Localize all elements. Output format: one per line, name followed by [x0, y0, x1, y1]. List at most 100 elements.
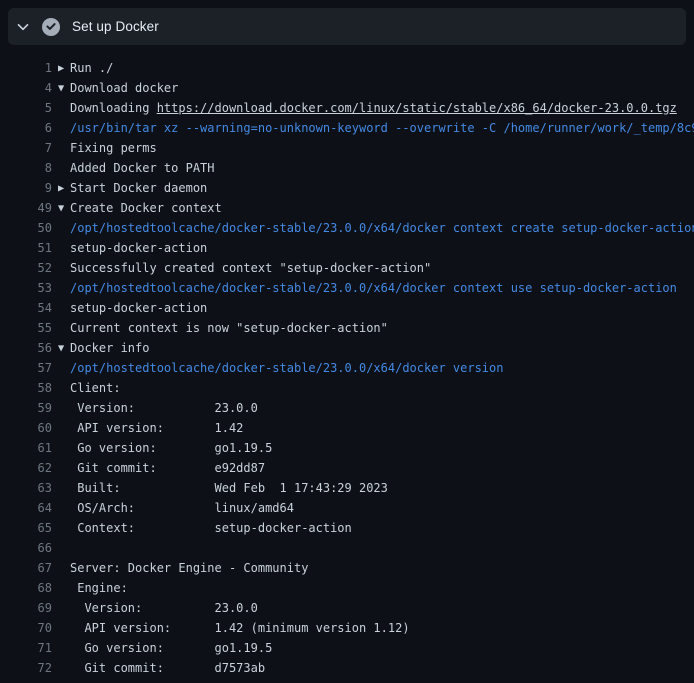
- log-gutter: ▶: [52, 58, 70, 78]
- log-text: Downloading https://download.docker.com/…: [70, 98, 694, 118]
- line-number-link[interactable]: 51: [0, 238, 52, 258]
- log-line: 5 Downloading https://download.docker.co…: [0, 98, 694, 118]
- log-line: 65 Context: setup-docker-action: [0, 518, 694, 538]
- log-command: /opt/hostedtoolcache/docker-stable/23.0.…: [70, 278, 694, 298]
- chevron-collapsed-icon[interactable]: ▶: [58, 59, 64, 79]
- line-number-link[interactable]: 62: [0, 458, 52, 478]
- chevron-down-icon[interactable]: [15, 19, 31, 35]
- line-number-link[interactable]: 69: [0, 598, 52, 618]
- log-line: 60 API version: 1.42: [0, 418, 694, 438]
- log-text: Current context is now "setup-docker-act…: [70, 318, 694, 338]
- line-number-link[interactable]: 60: [0, 418, 52, 438]
- chevron-expanded-icon[interactable]: ▼: [58, 79, 64, 99]
- log-command: /usr/bin/tar xz --warning=no-unknown-key…: [70, 118, 694, 138]
- log-line: 7 Fixing perms: [0, 138, 694, 158]
- log-text: setup-docker-action: [70, 298, 694, 318]
- line-number-link[interactable]: 57: [0, 358, 52, 378]
- log-gutter: ▼: [52, 198, 70, 218]
- log-gutter: [52, 138, 70, 158]
- line-number-link[interactable]: 58: [0, 378, 52, 398]
- log-text: [70, 538, 694, 558]
- line-number-link[interactable]: 66: [0, 538, 52, 558]
- log-gutter: [52, 658, 70, 678]
- log-text: Fixing perms: [70, 138, 694, 158]
- line-number-link[interactable]: 4: [0, 78, 52, 98]
- chevron-collapsed-icon[interactable]: ▶: [58, 179, 64, 199]
- log-gutter: [52, 418, 70, 438]
- log-line: 72 Git commit: d7573ab: [0, 658, 694, 678]
- log-line: 68 Engine:: [0, 578, 694, 598]
- log-text: Version: 23.0.0: [70, 598, 694, 618]
- chevron-expanded-icon[interactable]: ▼: [58, 199, 64, 219]
- log-text: Server: Docker Engine - Community: [70, 558, 694, 578]
- log-text: Engine:: [70, 578, 694, 598]
- log-gutter: [52, 218, 70, 238]
- chevron-expanded-icon[interactable]: ▼: [58, 339, 64, 359]
- log-text: setup-docker-action: [70, 238, 694, 258]
- line-number-link[interactable]: 49: [0, 198, 52, 218]
- log-gutter: [52, 538, 70, 558]
- line-number-link[interactable]: 8: [0, 158, 52, 178]
- line-number-link[interactable]: 6: [0, 118, 52, 138]
- line-number-link[interactable]: 71: [0, 638, 52, 658]
- log-text: Version: 23.0.0: [70, 398, 694, 418]
- log-text: Added Docker to PATH: [70, 158, 694, 178]
- line-number-link[interactable]: 59: [0, 398, 52, 418]
- log-url-link[interactable]: https://download.docker.com/linux/static…: [157, 101, 677, 115]
- log-line: 53 /opt/hostedtoolcache/docker-stable/23…: [0, 278, 694, 298]
- line-number-link[interactable]: 63: [0, 478, 52, 498]
- log-line: 66: [0, 538, 694, 558]
- line-number-link[interactable]: 65: [0, 518, 52, 538]
- log-gutter: [52, 438, 70, 458]
- step-header[interactable]: Set up Docker: [8, 8, 686, 45]
- line-number-link[interactable]: 68: [0, 578, 52, 598]
- log-gutter: [52, 558, 70, 578]
- log-line: 62 Git commit: e92dd87: [0, 458, 694, 478]
- log-text: Context: setup-docker-action: [70, 518, 694, 538]
- log-group-title: Docker info: [70, 338, 694, 358]
- log-group-title: Download docker: [70, 78, 694, 98]
- log-line: 4 ▼ Download docker: [0, 78, 694, 98]
- log-text: Client:: [70, 378, 694, 398]
- log-gutter: [52, 158, 70, 178]
- line-number-link[interactable]: 1: [0, 58, 52, 78]
- log-text: Go version: go1.19.5: [70, 438, 694, 458]
- step-title: Set up Docker: [72, 8, 159, 45]
- log-group-title: Create Docker context: [70, 198, 694, 218]
- log-command: /opt/hostedtoolcache/docker-stable/23.0.…: [70, 358, 694, 378]
- log-text: API version: 1.42: [70, 418, 694, 438]
- log-gutter: [52, 638, 70, 658]
- line-number-link[interactable]: 5: [0, 98, 52, 118]
- log-gutter: [52, 578, 70, 598]
- line-number-link[interactable]: 61: [0, 438, 52, 458]
- check-circle-icon: [42, 18, 60, 36]
- line-number-link[interactable]: 70: [0, 618, 52, 638]
- line-number-link[interactable]: 64: [0, 498, 52, 518]
- log-gutter: [52, 118, 70, 138]
- log-gutter: [52, 258, 70, 278]
- log-text: Go version: go1.19.5: [70, 638, 694, 658]
- log-line: 57 /opt/hostedtoolcache/docker-stable/23…: [0, 358, 694, 378]
- log-gutter: ▼: [52, 338, 70, 358]
- log-gutter: [52, 518, 70, 538]
- line-number-link[interactable]: 55: [0, 318, 52, 338]
- line-number-link[interactable]: 53: [0, 278, 52, 298]
- log-line: 61 Go version: go1.19.5: [0, 438, 694, 458]
- line-number-link[interactable]: 7: [0, 138, 52, 158]
- line-number-link[interactable]: 9: [0, 178, 52, 198]
- log-line: 67 Server: Docker Engine - Community: [0, 558, 694, 578]
- log-text: Successfully created context "setup-dock…: [70, 258, 694, 278]
- line-number-link[interactable]: 67: [0, 558, 52, 578]
- line-number-link[interactable]: 52: [0, 258, 52, 278]
- line-number-link[interactable]: 56: [0, 338, 52, 358]
- log-line: 55 Current context is now "setup-docker-…: [0, 318, 694, 338]
- log-text: Git commit: e92dd87: [70, 458, 694, 478]
- log-line: 63 Built: Wed Feb 1 17:43:29 2023: [0, 478, 694, 498]
- line-number-link[interactable]: 72: [0, 658, 52, 678]
- line-number-link[interactable]: 50: [0, 218, 52, 238]
- line-number-link[interactable]: 54: [0, 298, 52, 318]
- log-line: 51 setup-docker-action: [0, 238, 694, 258]
- log-text: API version: 1.42 (minimum version 1.12): [70, 618, 694, 638]
- log-gutter: [52, 398, 70, 418]
- log-line: 1 ▶ Run ./: [0, 58, 694, 78]
